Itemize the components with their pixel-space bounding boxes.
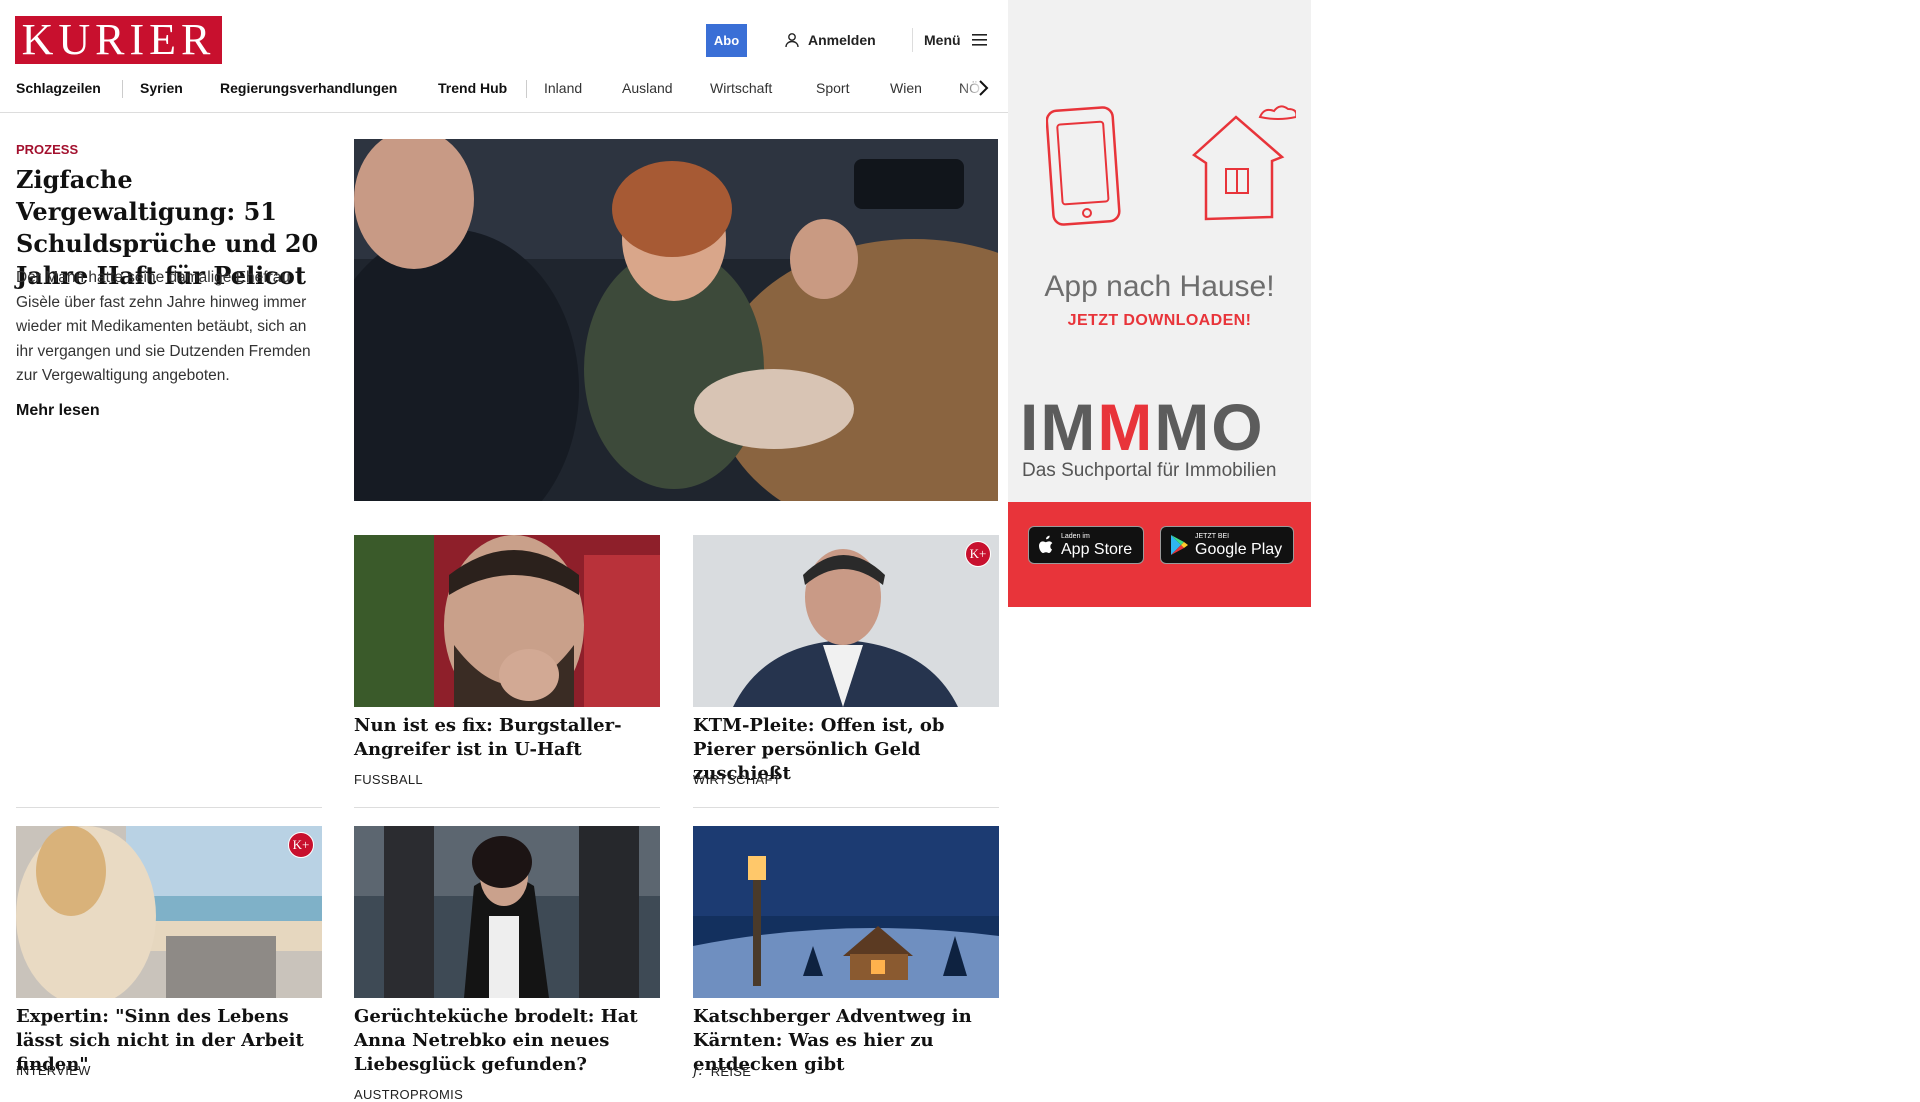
header-divider [912, 28, 913, 52]
article-category[interactable]: AUSTROPROMIS [354, 1087, 463, 1102]
nav-item-sport[interactable]: Sport [816, 80, 849, 96]
menu-button[interactable]: Menü [924, 26, 989, 54]
kurier-logo[interactable]: KURIER [15, 16, 222, 64]
nav-item-trend-hub[interactable]: Trend Hub [438, 80, 507, 96]
immmo-logo-accent: M [1097, 390, 1155, 464]
immmo-logo: IMMMO [1020, 392, 1265, 462]
app-store-label: App Store [1061, 540, 1133, 558]
main-nav: Schlagzeilen Syrien Regierungsverhandlun… [16, 76, 984, 102]
article-title[interactable]: Gerüchteküche brodelt: Hat Anna Netrebko… [354, 1005, 660, 1077]
header-border [0, 112, 1008, 113]
hamburger-icon [971, 34, 987, 46]
app-store-button[interactable]: Laden im App Store [1028, 526, 1144, 564]
nav-item-regierungsverhandlungen[interactable]: Regierungsverhandlungen [220, 80, 397, 96]
nav-item-syrien[interactable]: Syrien [140, 80, 183, 96]
google-play-small-label: JETZT BEI [1195, 532, 1230, 540]
card-divider [16, 807, 322, 808]
login-button[interactable]: Anmelden [784, 26, 876, 54]
article-image[interactable] [354, 535, 660, 707]
card-divider [354, 807, 660, 808]
premium-badge-icon: K+ [965, 541, 991, 567]
lead-kicker: PROZESS [16, 142, 79, 157]
nav-item-schlagzeilen[interactable]: Schlagzeilen [16, 80, 101, 96]
article-image[interactable]: K+ [693, 535, 999, 707]
freizeit-icon: f. [693, 1063, 703, 1079]
phone-house-illustration [1046, 105, 1296, 226]
nav-item-inland[interactable]: Inland [544, 80, 582, 96]
card-divider [693, 807, 999, 808]
abo-button[interactable]: Abo [706, 24, 747, 57]
article-image[interactable] [693, 826, 999, 998]
article-category[interactable]: WIRTSCHAFT [693, 772, 781, 787]
apple-icon [1039, 535, 1053, 553]
google-play-icon [1171, 535, 1188, 555]
nav-divider [122, 80, 123, 98]
nav-divider [526, 80, 527, 98]
article-title[interactable]: Nun ist es fix: Burgstaller-Angrei­fer i… [354, 714, 660, 762]
ad-headline: App nach Hause! [1044, 270, 1275, 303]
nav-item-wirtschaft[interactable]: Wirtschaft [710, 80, 772, 96]
google-play-label: Google Play [1195, 540, 1283, 558]
nav-item-wien[interactable]: Wien [890, 80, 922, 96]
immmo-tagline: Das Suchportal für Immobilien [1022, 460, 1277, 481]
ad-cta[interactable]: JETZT DOWNLOADEN! [1008, 312, 1311, 330]
immmo-logo-part: MO [1154, 390, 1265, 464]
article-category[interactable]: INTERVIEW [16, 1063, 91, 1078]
app-store-small-label: Laden im [1061, 532, 1090, 540]
google-play-button[interactable]: JETZT BEI Google Play [1160, 526, 1294, 564]
nav-item-ausland[interactable]: Ausland [622, 80, 673, 96]
article-image[interactable] [354, 826, 660, 998]
article-image[interactable]: K+ [16, 826, 322, 998]
user-icon [785, 33, 799, 48]
chevron-right-icon[interactable] [976, 78, 992, 98]
menu-label: Menü [924, 32, 961, 48]
lead-teaser: Der Mann hatte seine damalige Ehefrau Gi… [16, 269, 311, 384]
article-category-label: REISE [710, 1063, 752, 1079]
lead-image[interactable] [354, 139, 998, 501]
read-more-link[interactable]: Mehr lesen [16, 402, 100, 420]
immmo-logo-part: IM [1020, 390, 1098, 464]
login-label: Anmelden [808, 32, 876, 48]
article-category[interactable]: f. REISE [693, 1063, 751, 1079]
premium-badge-icon: K+ [288, 832, 314, 858]
article-category[interactable]: FUSSBALL [354, 772, 423, 787]
